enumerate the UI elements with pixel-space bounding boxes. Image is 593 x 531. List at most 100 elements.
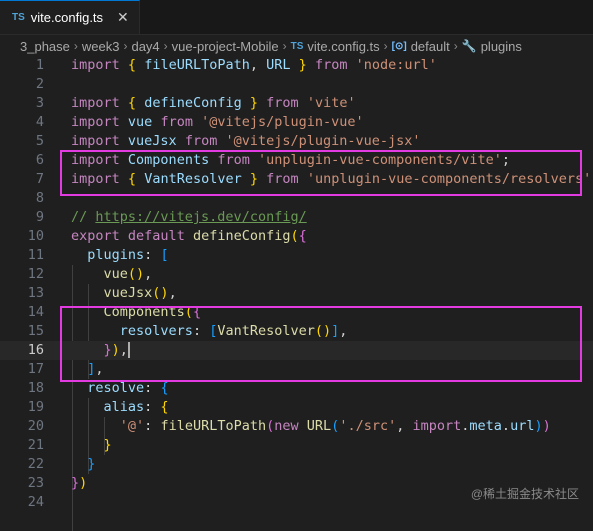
code-text: vue(),	[71, 265, 153, 284]
code-line[interactable]: 4 import vue from '@vitejs/plugin-vue'	[0, 113, 593, 132]
code-token: from	[266, 95, 299, 111]
code-token: import	[412, 418, 462, 434]
code-line[interactable]: 9 // https://vitejs.dev/config/	[0, 208, 593, 227]
typescript-file-icon: TS	[12, 12, 25, 23]
breadcrumb-item-plugins[interactable]: plugins	[481, 39, 522, 54]
code-token: .	[501, 418, 511, 434]
code-editor[interactable]: 1 import { fileURLToPath, URL } from 'nod…	[0, 56, 593, 531]
code-line[interactable]: 1 import { fileURLToPath, URL } from 'nod…	[0, 56, 593, 75]
code-token: import	[71, 57, 120, 73]
code-line[interactable]: 3 import { defineConfig } from 'vite'	[0, 94, 593, 113]
code-token: ,	[249, 57, 267, 73]
code-token: {	[127, 57, 137, 73]
code-token: )	[534, 418, 543, 434]
chevron-right-icon: ›	[383, 39, 388, 53]
code-token: url	[510, 418, 535, 434]
code-token: {	[160, 380, 169, 396]
breadcrumb-item-project[interactable]: vue-project-Mobile	[172, 39, 279, 54]
code-token: '@vitejs/plugin-vue-jsx'	[225, 133, 421, 149]
code-text: alias: {	[71, 398, 169, 417]
line-number: 11	[27, 247, 44, 263]
code-token: fileURLToPath	[144, 57, 250, 73]
code-line[interactable]: 5 import vueJsx from '@vitejs/plugin-vue-…	[0, 132, 593, 151]
code-token: {	[160, 399, 169, 415]
line-number: 2	[35, 76, 44, 92]
line-number: 4	[35, 114, 44, 130]
code-token: ,	[396, 418, 413, 434]
code-token: }	[249, 95, 259, 111]
code-token: :	[144, 380, 161, 396]
wrench-icon: 🔧	[461, 39, 477, 53]
breadcrumb-item-day4[interactable]: day4	[131, 39, 159, 54]
code-token: (	[290, 228, 299, 244]
code-token: :	[144, 399, 161, 415]
code-token: default	[127, 228, 185, 244]
code-token: )	[79, 475, 88, 491]
code-token: './src'	[339, 418, 397, 434]
watermark: @稀土掘金技术社区	[470, 487, 579, 501]
highlight-box-imports	[60, 150, 582, 196]
chevron-right-icon: ›	[73, 39, 78, 53]
breadcrumb-item-default[interactable]: default	[411, 39, 450, 54]
code-text: }	[71, 455, 95, 474]
code-token: from	[184, 133, 218, 149]
code-line[interactable]: 11 plugins: [	[0, 246, 593, 265]
code-line[interactable]: 21 }	[0, 436, 593, 455]
code-text: // https://vitejs.dev/config/	[71, 208, 307, 227]
code-token: '@'	[119, 418, 145, 434]
code-token: new	[274, 418, 299, 434]
line-number: 23	[27, 475, 44, 491]
module-icon: [⊙]	[391, 40, 407, 52]
breadcrumb-item-file[interactable]: vite.config.ts	[307, 39, 379, 54]
breadcrumb-item-week3[interactable]: week3	[82, 39, 120, 54]
code-token: [	[160, 247, 169, 263]
line-number: 20	[27, 418, 44, 434]
editor-tab-bar: TS vite.config.ts ✕	[0, 0, 593, 35]
code-token: //	[71, 209, 96, 225]
code-token: from	[160, 114, 193, 130]
line-number: 14	[27, 304, 44, 320]
tab-label: vite.config.ts	[30, 10, 104, 25]
line-number: 7	[35, 171, 44, 187]
code-line[interactable]: 12 vue(),	[0, 265, 593, 284]
highlight-box-components-plugin	[60, 306, 582, 382]
code-line[interactable]: 22 }	[0, 455, 593, 474]
code-text: import { defineConfig } from 'vite'	[71, 94, 356, 113]
code-token: import	[71, 95, 120, 111]
code-token: :	[144, 418, 161, 434]
code-token: https://vitejs.dev/config/	[95, 209, 307, 225]
code-token: export	[71, 228, 120, 244]
code-line[interactable]: 19 alias: {	[0, 398, 593, 417]
code-token: URL	[306, 418, 332, 434]
code-token: vue	[103, 266, 128, 282]
line-number: 10	[27, 228, 44, 244]
code-line[interactable]: 20 '@': fileURLToPath(new URL('./src', i…	[0, 417, 593, 436]
tab-vite-config[interactable]: TS vite.config.ts ✕	[0, 0, 140, 34]
breadcrumb-item-3-phase[interactable]: 3_phase	[20, 39, 70, 54]
code-line[interactable]: 2	[0, 75, 593, 94]
code-line[interactable]: 13 vueJsx(),	[0, 284, 593, 303]
code-token: from	[314, 57, 348, 73]
code-line[interactable]: 10 export default defineConfig({	[0, 227, 593, 246]
line-number: 1	[35, 57, 44, 73]
close-icon[interactable]: ✕	[117, 9, 129, 26]
line-number: 13	[27, 285, 44, 301]
code-token: 'vite'	[306, 95, 356, 111]
line-number: 21	[27, 437, 44, 453]
code-token: {	[298, 228, 307, 244]
code-token: {	[127, 95, 137, 111]
